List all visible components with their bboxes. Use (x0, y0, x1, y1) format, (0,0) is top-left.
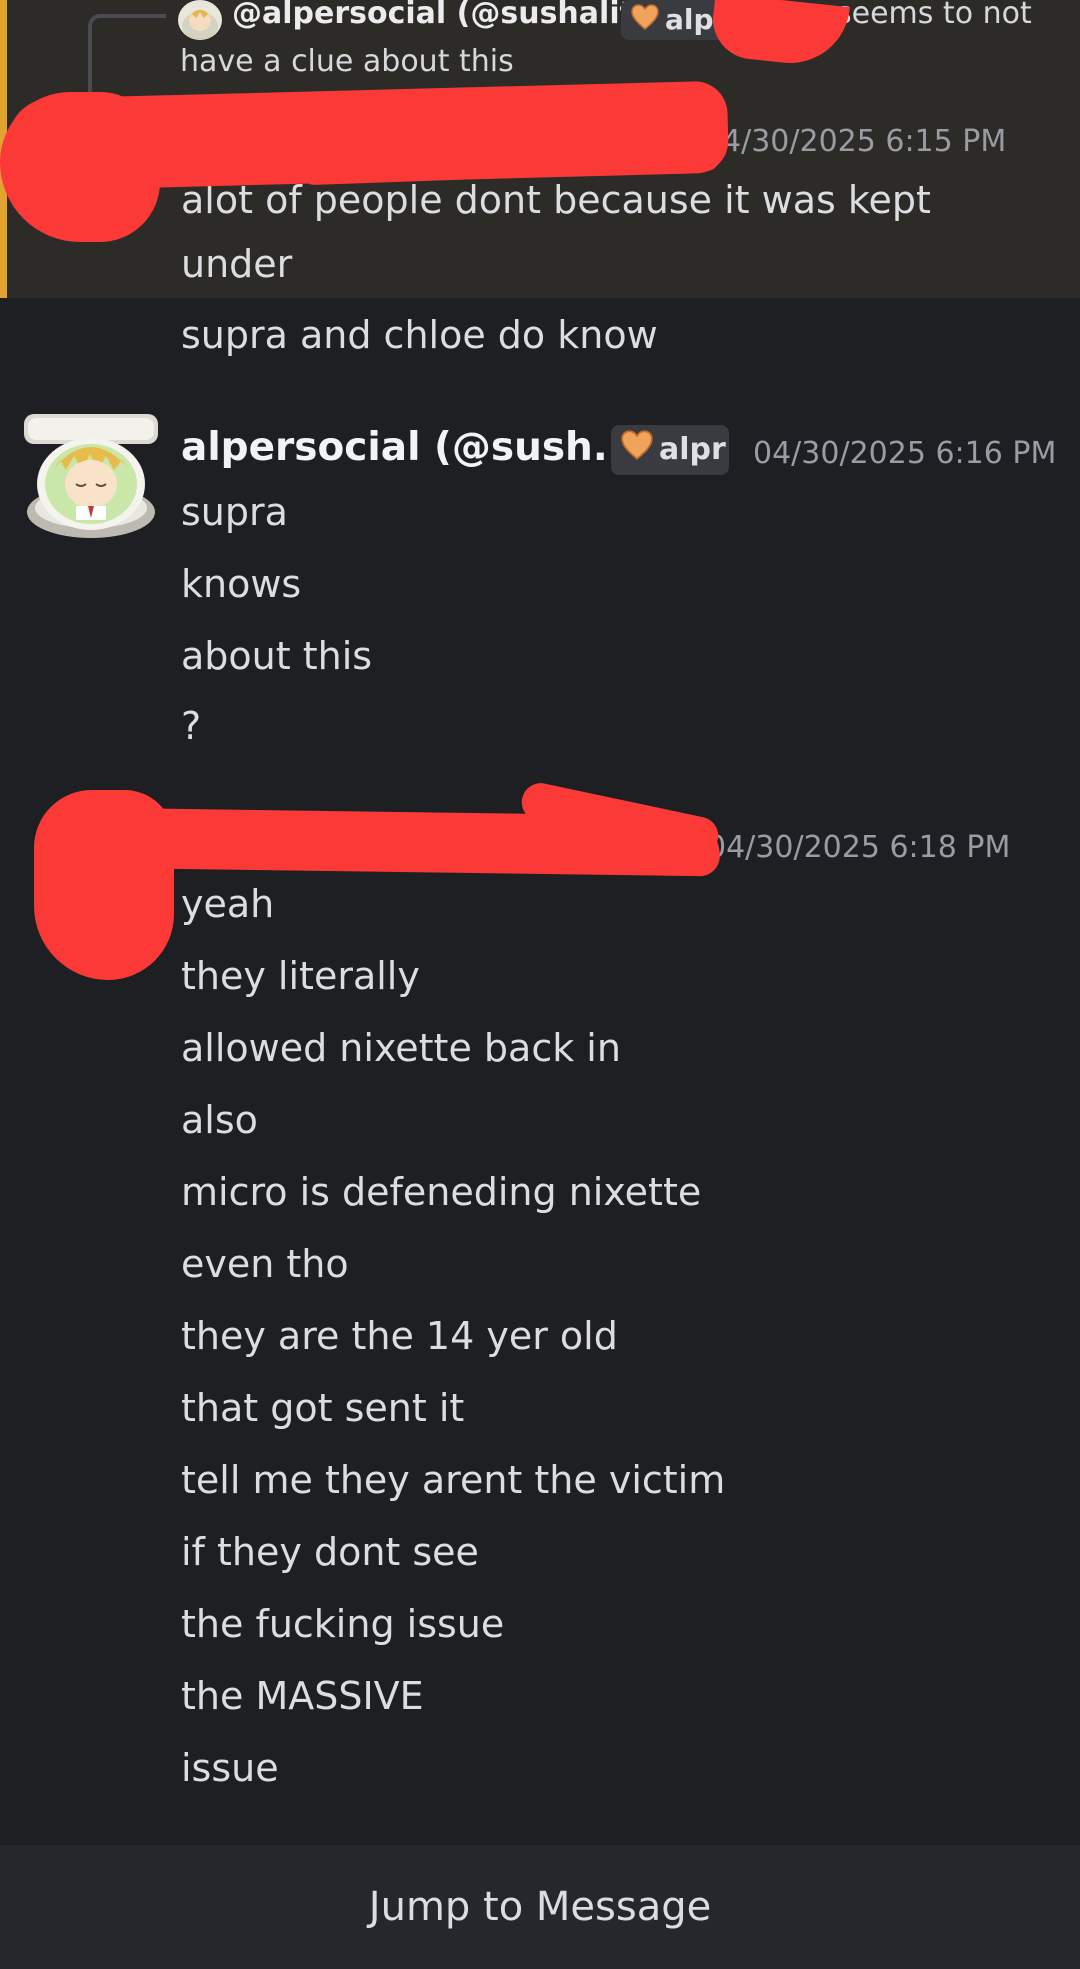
message-line: the fucking issue (181, 1602, 505, 1646)
reply-avatar[interactable] (178, 0, 222, 40)
message-line: supra and chloe do know (181, 313, 658, 357)
message-line: supra (181, 490, 288, 534)
message-line: knows (181, 562, 302, 606)
footer-bar: Jump to Message (0, 1845, 1080, 1969)
heart-badge-icon (631, 1, 659, 41)
message-line: micro is defeneding nixette (181, 1170, 702, 1214)
reply-author[interactable]: @alpersocial (@sushality) (232, 0, 667, 31)
message-line: yeah (181, 882, 275, 926)
message-line: the MASSIVE (181, 1674, 424, 1718)
message-line: tell me they arent the victim (181, 1458, 726, 1502)
message-author[interactable]: alpersocial (@sush... (181, 425, 637, 470)
message-timestamp: 04/30/2025 6:18 PM (707, 830, 1011, 865)
jump-to-message-button[interactable]: Jump to Message (0, 1845, 1080, 1969)
message-line: they are the 14 yer old (181, 1314, 618, 1358)
message-line: allowed nixette back in (181, 1026, 621, 1070)
message-line: ? (181, 704, 202, 748)
message-timestamp: 4/30/2025 6:15 PM (722, 124, 1007, 159)
reply-preview[interactable]: @alpersocial (@sushality) (232, 0, 667, 31)
message-line: also (181, 1098, 258, 1142)
author-tag: alpr (611, 425, 729, 475)
redaction-scribble (0, 92, 160, 242)
message-timestamp: 04/30/2025 6:16 PM (753, 436, 1057, 471)
reply-preview-text-end: seems to not (836, 0, 1032, 31)
message-line: under (181, 242, 293, 286)
message-line: issue (181, 1746, 279, 1790)
message-line: if they dont see (181, 1530, 479, 1574)
message-line: they literally (181, 954, 420, 998)
heart-badge-icon (621, 426, 653, 476)
user-avatar[interactable] (24, 408, 158, 542)
message-line: even tho (181, 1242, 349, 1286)
reply-connector (88, 14, 166, 100)
message-line: that got sent it (181, 1386, 465, 1430)
message-line: about this (181, 634, 373, 678)
reply-preview-line2: have a clue about this (180, 44, 514, 79)
